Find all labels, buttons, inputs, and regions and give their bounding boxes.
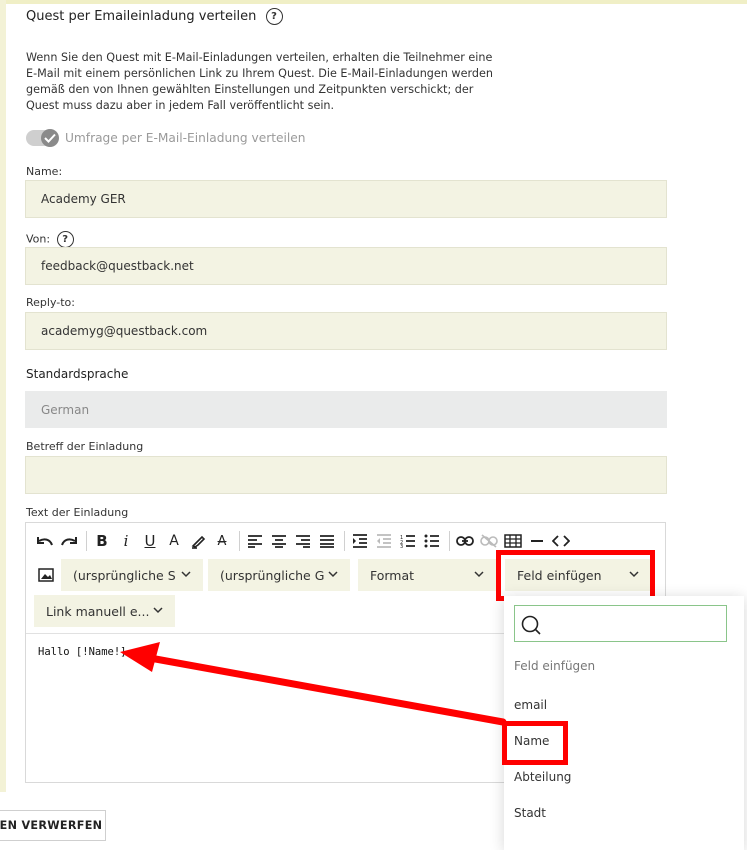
discard-button[interactable]: EN VERWERFEN (0, 810, 106, 841)
annotation-arrow (120, 642, 507, 726)
